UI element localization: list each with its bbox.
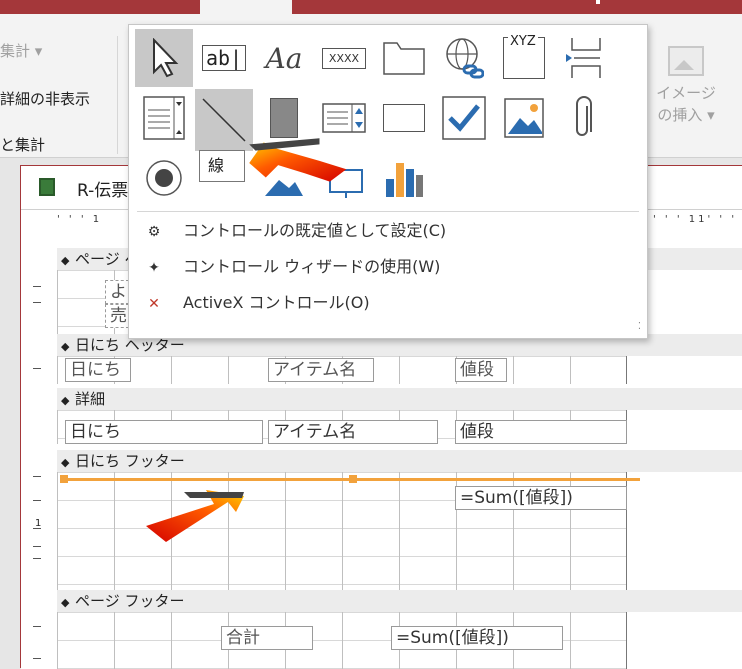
- page-footer-total-label[interactable]: 合計: [221, 626, 313, 650]
- detail-price-field[interactable]: 値段: [455, 420, 627, 444]
- insert-image-label: イメージ: [656, 84, 716, 102]
- menu-set-control-defaults[interactable]: ⚙ コントロールの既定値として設定(C): [137, 216, 637, 246]
- line-icon: [202, 98, 246, 142]
- section-date-footer[interactable]: ◆ 日にち フッター: [57, 450, 742, 472]
- ribbon-total-button[interactable]: 集計 ▾: [0, 40, 42, 61]
- detail-item-field[interactable]: アイテム名: [268, 420, 438, 444]
- image-icon: [504, 98, 544, 138]
- tab-control-icon: [383, 42, 425, 75]
- resize-grip-icon[interactable]: ⁚: [638, 321, 641, 332]
- section-page-footer[interactable]: ◆ ページ フッター: [57, 590, 742, 612]
- list-box-icon: [143, 96, 185, 140]
- report-icon: [39, 178, 55, 196]
- document-tab-title[interactable]: R-伝票: [77, 176, 128, 201]
- button-icon: XXXX: [321, 47, 367, 69]
- line-handle-left[interactable]: [60, 475, 68, 483]
- menu-use-control-wizards[interactable]: ✦ コントロール ウィザードの使用(W): [137, 252, 637, 282]
- textbox-icon: ab|: [201, 45, 247, 71]
- page-header-label-1[interactable]: よ: [105, 280, 129, 304]
- menu-activex-controls[interactable]: ✕ ActiveX コントロール(O): [137, 288, 637, 318]
- tool-label[interactable]: Aa: [255, 29, 313, 87]
- page-footer-sum-field[interactable]: =Sum([値段]): [391, 626, 563, 650]
- chart-icon: [386, 163, 423, 197]
- tool-button[interactable]: XXXX: [315, 29, 373, 87]
- tool-list-box[interactable]: [135, 89, 193, 147]
- section-detail[interactable]: ◆ 詳細: [57, 388, 742, 410]
- tool-chart[interactable]: [375, 149, 433, 207]
- tool-combo-box[interactable]: XYZ: [495, 29, 553, 87]
- active-tab-area[interactable]: [200, 0, 292, 14]
- wizard-wand-icon: ✦: [148, 260, 160, 276]
- header-price-label[interactable]: 値段: [455, 358, 507, 382]
- rectangle-icon: [383, 104, 425, 132]
- label-icon: Aa: [265, 41, 303, 75]
- footer-sum-field[interactable]: =Sum([値段]): [455, 486, 627, 510]
- tool-checkbox[interactable]: [435, 89, 493, 147]
- paperclip-icon: [576, 96, 592, 136]
- image-icon: [668, 46, 704, 76]
- ribbon-hide-details-button[interactable]: 詳細の非表示: [0, 88, 90, 109]
- tab-marker: [596, 0, 600, 4]
- tool-textbox[interactable]: ab|: [195, 29, 253, 87]
- line-handle-mid[interactable]: [349, 475, 357, 483]
- title-bar: [0, 0, 742, 14]
- option-group-icon: [322, 103, 366, 133]
- combo-icon: XYZ: [503, 34, 545, 79]
- popup-divider: [137, 211, 639, 212]
- tool-attachment[interactable]: [555, 89, 613, 147]
- ribbon-group-label: と集計: [0, 136, 46, 154]
- header-date-label[interactable]: 日にち: [65, 358, 131, 382]
- activex-icon: ✕: [148, 296, 160, 312]
- control-defaults-icon: ⚙: [147, 224, 161, 240]
- insert-image-button[interactable]: イメージ の挿入 ▾: [656, 38, 716, 148]
- annotation-arrow-icon-top: [249, 138, 347, 182]
- page-header-label-2[interactable]: 売: [105, 304, 129, 328]
- vertical-ruler: 1: [25, 246, 49, 669]
- radio-icon: [146, 160, 182, 196]
- hyperlink-globe-icon: [446, 38, 484, 79]
- tool-rectangle[interactable]: [375, 89, 433, 147]
- tool-image[interactable]: [495, 89, 553, 147]
- tool-tab-control[interactable]: [375, 29, 433, 87]
- tool-page-break[interactable]: [555, 29, 613, 87]
- pointer-arrow-icon: [153, 38, 179, 78]
- tool-option-button[interactable]: [135, 149, 193, 207]
- tool-select-pointer[interactable]: [135, 29, 193, 87]
- checkbox-icon: [442, 96, 486, 140]
- page-break-icon: [566, 38, 601, 78]
- insert-image-label-2: の挿入 ▾: [657, 106, 715, 124]
- line-tooltip: 線: [199, 150, 245, 182]
- annotation-arrow-icon: [146, 490, 244, 542]
- header-item-label[interactable]: アイテム名: [268, 358, 374, 382]
- tool-hyperlink[interactable]: [435, 29, 493, 87]
- detail-date-field[interactable]: 日にち: [65, 420, 263, 444]
- ribbon-separator: [117, 36, 118, 154]
